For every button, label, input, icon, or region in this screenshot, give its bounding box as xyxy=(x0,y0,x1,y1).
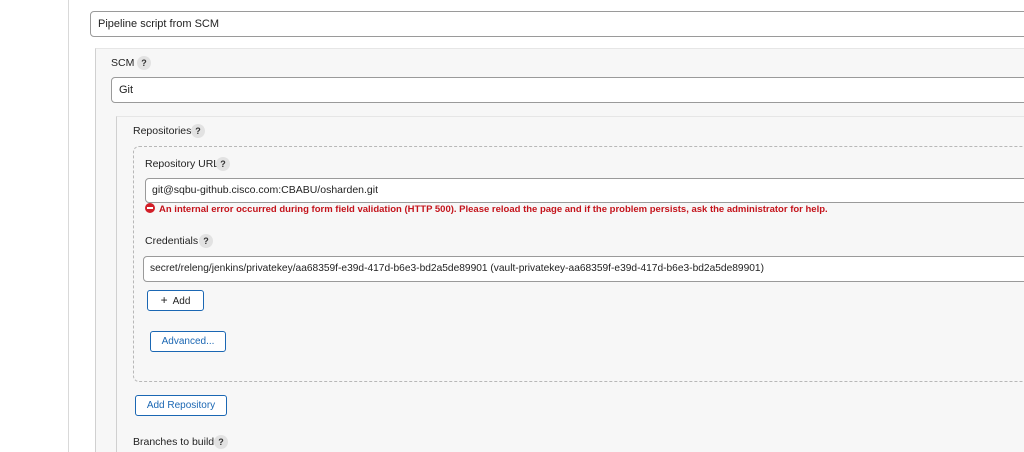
repository-url-label: Repository URL xyxy=(145,158,220,170)
add-credentials-label: Add xyxy=(172,296,191,307)
credentials-select[interactable]: secret/releng/jenkins/privatekey/aa68359… xyxy=(143,256,1024,282)
scm-select[interactable]: Git xyxy=(111,77,1024,103)
repository-url-input[interactable]: git@sqbu-github.cisco.com:CBABU/osharden… xyxy=(145,178,1024,203)
plus-icon: + xyxy=(160,293,168,307)
branches-help-icon[interactable]: ? xyxy=(214,435,228,449)
pipeline-config-page: Pipeline script from SCM SCM ? Git Repos… xyxy=(0,0,1024,452)
scm-label: SCM xyxy=(111,57,135,69)
add-repository-button[interactable]: Add Repository xyxy=(135,395,227,416)
advanced-button[interactable]: Advanced... xyxy=(150,331,226,352)
branches-to-build-label: Branches to build xyxy=(133,436,215,448)
credentials-label: Credentials xyxy=(145,235,199,247)
repositories-help-icon[interactable]: ? xyxy=(191,124,205,138)
repositories-label: Repositories xyxy=(133,125,192,137)
error-no-entry-icon xyxy=(145,203,155,213)
validation-error-message: An internal error occurred during form f… xyxy=(145,203,828,217)
validation-error-text: An internal error occurred during form f… xyxy=(159,204,828,215)
repository-url-help-icon[interactable]: ? xyxy=(216,157,230,171)
scm-help-icon[interactable]: ? xyxy=(137,56,151,70)
pipeline-definition-select[interactable]: Pipeline script from SCM xyxy=(90,11,1024,37)
page-left-divider xyxy=(68,0,69,452)
add-credentials-button[interactable]: + Add xyxy=(147,290,204,311)
credentials-help-icon[interactable]: ? xyxy=(199,234,213,248)
